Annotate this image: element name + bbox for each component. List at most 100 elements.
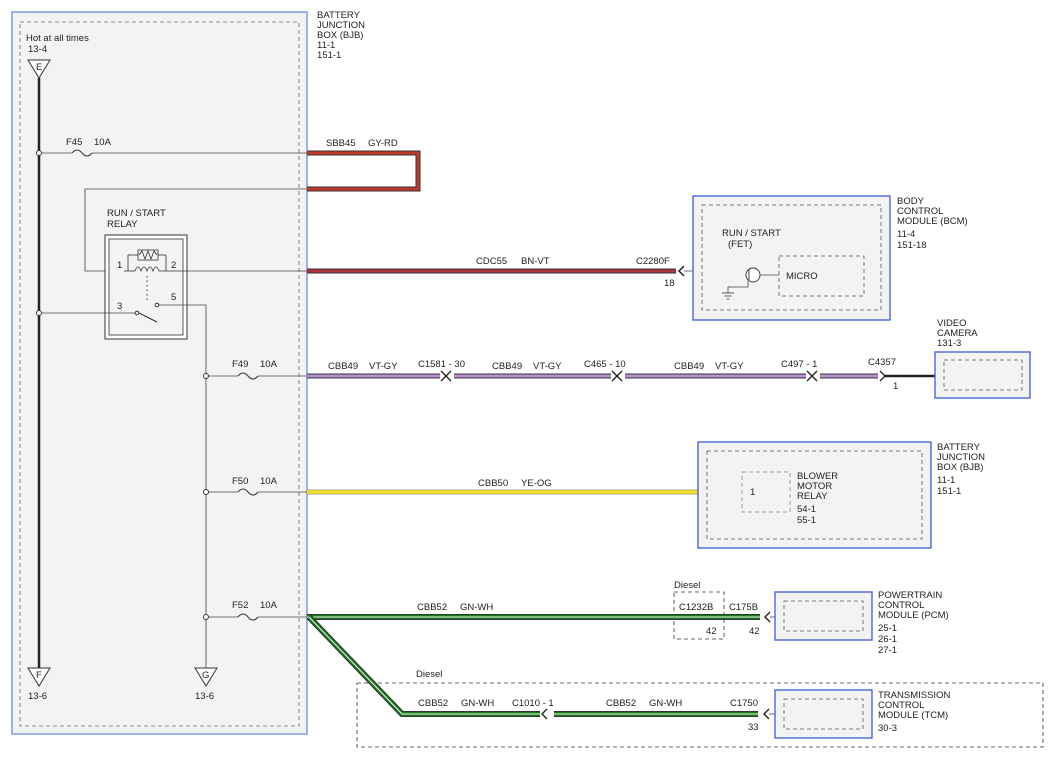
cdc55-circuit: CDC55 xyxy=(476,256,507,267)
cbb49-seg1-circuit: CBB49 xyxy=(328,361,358,372)
pcm-title-4: 25-1 xyxy=(878,623,897,634)
tcm-box xyxy=(774,689,873,739)
f50-rating: 10A xyxy=(260,476,278,487)
blower-pin: 1 xyxy=(750,487,755,498)
cbb52-a-circuit: CBB52 xyxy=(418,698,448,709)
cbb49-seg1-color: VT-GY xyxy=(369,361,398,372)
c1750-connector-icon xyxy=(763,708,770,720)
bcm-title-3: MODULE (BCM) xyxy=(897,216,968,227)
f49-rating: 10A xyxy=(260,359,278,370)
pcm-title-3: MODULE (PCM) xyxy=(878,610,949,621)
bcm-title-5: 151-18 xyxy=(897,240,927,251)
bcm-fet-line1: RUN / START xyxy=(722,228,781,239)
cbb50-color: YE-OG xyxy=(521,478,552,489)
c4357-pin: 1 xyxy=(893,381,898,392)
cbb52-b-circuit: CBB52 xyxy=(606,698,636,709)
f49-name: F49 xyxy=(232,359,248,370)
bjb-title-5: 151-1 xyxy=(317,50,341,61)
sbb45-wire-core xyxy=(307,151,420,191)
cbb52-b-color: GN-WH xyxy=(649,698,682,709)
c465-connector-icon xyxy=(611,370,623,382)
bus-g-letter: G xyxy=(202,670,209,681)
c4357-connector-icon xyxy=(879,370,886,382)
f50-name: F50 xyxy=(232,476,248,487)
camera-title-3: 131-3 xyxy=(937,338,961,349)
f45-name: F45 xyxy=(66,137,82,148)
relay-pin3: 3 xyxy=(117,301,122,312)
relay-pin1: 1 xyxy=(117,260,122,271)
c4357-name: C4357 xyxy=(868,357,896,368)
f45-rating: 10A xyxy=(94,137,112,148)
bus-f-ref: 13-6 xyxy=(28,691,47,702)
c497-name: C497 - 1 xyxy=(781,359,817,370)
relay-bus-junction xyxy=(36,310,42,316)
c1010-name: C1010 - 1 xyxy=(512,698,554,709)
c2280f-connector-icon xyxy=(677,265,685,277)
relay-box-inner xyxy=(108,238,184,336)
cdc55-color: BN-VT xyxy=(521,256,550,267)
pcm-title-6: 27-1 xyxy=(878,645,897,656)
bcm-title-4: 11-4 xyxy=(897,229,915,240)
wiring-diagram: BATTERY JUNCTION BOX (BJB) 11-1 151-1 Ho… xyxy=(11,10,1044,748)
blower-relay-4: 54-1 xyxy=(797,504,816,515)
bcm-box xyxy=(692,195,891,321)
c1232b-pin: 42 xyxy=(706,626,717,637)
c175b-name: C175B xyxy=(729,602,758,613)
blower-relay-5: 55-1 xyxy=(797,515,816,526)
f50-junction xyxy=(203,489,209,495)
f52-junction xyxy=(203,614,209,620)
diesel-label-pcm: Diesel xyxy=(674,580,700,591)
bjb-box xyxy=(11,11,308,735)
c1750-name: C1750 xyxy=(730,698,758,709)
hot-label: Hot at all times xyxy=(26,33,89,44)
f52-rating: 10A xyxy=(260,600,278,611)
relay-title-1: RUN / START xyxy=(107,208,166,219)
pcm-box xyxy=(774,591,873,641)
c2280f-pin: 18 xyxy=(664,278,675,289)
bcm-fet-transistor xyxy=(745,267,761,283)
cbb52-a-color: GN-WH xyxy=(461,698,494,709)
c1750-pin: 33 xyxy=(748,722,759,733)
relay-pin2: 2 xyxy=(171,260,176,271)
cbb49-seg2-color: VT-GY xyxy=(533,361,562,372)
pcm-title-5: 26-1 xyxy=(878,634,897,645)
f49-junction xyxy=(203,373,209,379)
blower-relay-3: RELAY xyxy=(797,491,828,502)
c175b-connector-icon xyxy=(764,611,771,623)
bcm-fet-line2: (FET) xyxy=(728,239,752,250)
bjb2-title-5: 151-1 xyxy=(937,486,961,497)
tcm-title-3: MODULE (TCM) xyxy=(878,710,948,721)
bjb2-title-4: 11-1 xyxy=(937,475,955,486)
cbb49-seg3-color: VT-GY xyxy=(715,361,744,372)
relay-contact-5 xyxy=(154,302,160,308)
f52-name: F52 xyxy=(232,600,248,611)
c1010-connector-icon xyxy=(541,708,548,720)
bjb2-title-3: BOX (BJB) xyxy=(937,462,983,473)
bus-g-ref: 13-6 xyxy=(195,691,214,702)
sbb45-wire xyxy=(307,150,421,192)
relay-title-2: RELAY xyxy=(107,219,138,230)
bus-e-letter: E xyxy=(36,62,42,73)
c2280f-name: C2280F xyxy=(636,256,670,267)
relay-pin5: 5 xyxy=(171,292,176,303)
c497-connector-icon xyxy=(806,370,818,382)
camera-box xyxy=(934,351,1031,399)
sbb45-circuit: SBB45 xyxy=(326,138,356,149)
tcm-title-4: 30-3 xyxy=(878,723,897,734)
c465-name: C465 - 10 xyxy=(584,359,626,370)
c1581-connector-icon xyxy=(440,370,452,382)
cbb52-pcm-color: GN-WH xyxy=(460,602,493,613)
c1232b-name: C1232B xyxy=(679,602,713,613)
bcm-micro-label: MICRO xyxy=(786,271,818,282)
cbb50-circuit: CBB50 xyxy=(478,478,508,489)
diesel-label-tcm: Diesel xyxy=(416,669,442,680)
cbb49-seg3-circuit: CBB49 xyxy=(674,361,704,372)
c1581-name: C1581 - 30 xyxy=(418,359,465,370)
hot-ref: 13-4 xyxy=(28,44,47,55)
bus-f-letter: F xyxy=(36,670,42,681)
cbb49-seg2-circuit: CBB49 xyxy=(492,361,522,372)
cbb52-pcm-circuit: CBB52 xyxy=(417,602,447,613)
f45-junction xyxy=(36,150,42,156)
relay-contact-3 xyxy=(134,310,140,316)
sbb45-color: GY-RD xyxy=(368,138,398,149)
